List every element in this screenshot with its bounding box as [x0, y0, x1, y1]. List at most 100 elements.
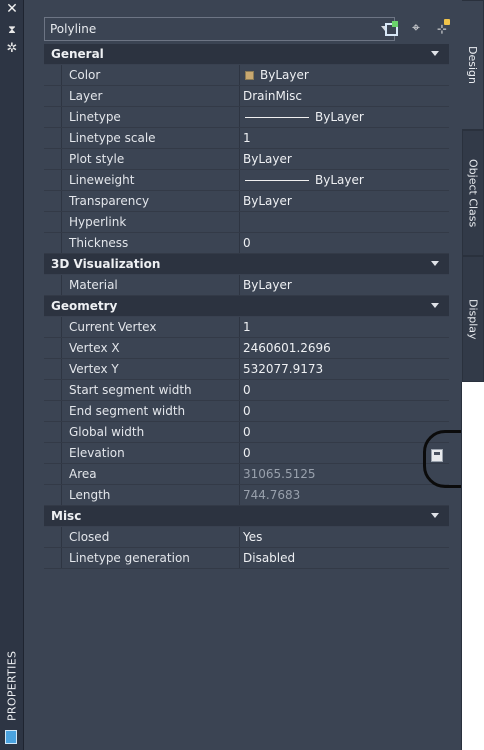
- property-row-current-vertex[interactable]: Current Vertex 1: [44, 317, 449, 338]
- palette-icon: [5, 730, 17, 744]
- property-row-global-width[interactable]: Global width 0: [44, 422, 449, 443]
- property-row-layer[interactable]: Layer DrainMisc: [44, 86, 449, 107]
- property-value-cell[interactable]: 0: [241, 380, 449, 400]
- property-name: Layer: [69, 89, 103, 103]
- property-name: Vertex Y: [69, 362, 119, 376]
- collapse-caret-icon[interactable]: [431, 261, 439, 266]
- section-label: Geometry: [51, 299, 118, 313]
- property-value-cell[interactable]: ByLayer: [241, 170, 449, 190]
- property-name: End segment width: [69, 404, 186, 418]
- property-value: 1: [243, 320, 251, 334]
- tab-design[interactable]: Design: [462, 0, 484, 130]
- row-gutter: [44, 338, 61, 358]
- property-value-cell[interactable]: ByLayer: [241, 107, 449, 127]
- property-name: Material: [69, 278, 118, 292]
- property-row-transparency[interactable]: Transparency ByLayer: [44, 191, 449, 212]
- tab-label: Object Class: [466, 158, 480, 228]
- property-value: 532077.9173: [243, 362, 324, 376]
- property-row-color[interactable]: Color ByLayer: [44, 65, 449, 86]
- row-gutter: [44, 191, 61, 211]
- property-value-cell[interactable]: [241, 212, 449, 232]
- property-row-closed[interactable]: Closed Yes: [44, 527, 449, 548]
- row-gutter: [44, 464, 61, 484]
- section-misc[interactable]: Misc: [44, 506, 449, 527]
- property-row-hyperlink[interactable]: Hyperlink: [44, 212, 449, 233]
- property-row-vertex-x[interactable]: Vertex X 2460601.2696: [44, 338, 449, 359]
- property-value-cell[interactable]: 0: [241, 233, 449, 253]
- property-row-linetype-scale[interactable]: Linetype scale 1: [44, 128, 449, 149]
- property-value-cell[interactable]: 1: [241, 317, 449, 337]
- property-value-cell[interactable]: 0: [241, 443, 449, 463]
- auto-hide-icon[interactable]: ⧗: [4, 24, 20, 36]
- property-name: Plot style: [69, 152, 125, 166]
- property-row-lineweight[interactable]: Lineweight ByLayer: [44, 170, 449, 191]
- property-value: 31065.5125: [243, 467, 316, 481]
- property-grid: General Color ByLayer Layer DrainMisc Li…: [44, 44, 449, 569]
- row-gutter: [44, 359, 61, 379]
- property-row-start-segment-width[interactable]: Start segment width 0: [44, 380, 449, 401]
- row-gutter: [44, 233, 61, 253]
- property-row-material[interactable]: Material ByLayer: [44, 275, 449, 296]
- quick-select-button[interactable]: [381, 19, 401, 39]
- close-icon[interactable]: ✕: [4, 2, 20, 16]
- row-gutter: [44, 65, 61, 85]
- collapse-caret-icon[interactable]: [431, 303, 439, 308]
- row-gutter: [44, 128, 61, 148]
- section-3d-visualization[interactable]: 3D Visualization: [44, 254, 449, 275]
- collapse-caret-icon[interactable]: [431, 513, 439, 518]
- property-row-area[interactable]: Area 31065.5125: [44, 464, 449, 485]
- gear-icon[interactable]: ✲: [4, 42, 20, 56]
- property-name: Global width: [69, 425, 145, 439]
- property-value-cell[interactable]: Yes: [241, 527, 449, 547]
- property-value-cell[interactable]: 532077.9173: [241, 359, 449, 379]
- tab-label: Display: [466, 298, 480, 340]
- property-row-linetype-generation[interactable]: Linetype generation Disabled: [44, 548, 449, 569]
- quick-select-plus-icon: [392, 21, 398, 27]
- property-name: Area: [69, 467, 97, 481]
- row-gutter: [44, 107, 61, 127]
- property-row-thickness[interactable]: Thickness 0: [44, 233, 449, 254]
- property-value-cell[interactable]: ByLayer: [241, 149, 449, 169]
- property-row-linetype[interactable]: Linetype ByLayer: [44, 107, 449, 128]
- tab-object-class[interactable]: Object Class: [462, 130, 484, 256]
- section-geometry[interactable]: Geometry: [44, 296, 449, 317]
- row-gutter: [44, 548, 61, 568]
- property-value-cell[interactable]: ByLayer: [241, 65, 449, 85]
- property-value-cell[interactable]: 0: [241, 401, 449, 421]
- property-value: ByLayer: [243, 194, 292, 208]
- property-name: Thickness: [69, 236, 129, 250]
- property-row-end-segment-width[interactable]: End segment width 0: [44, 401, 449, 422]
- property-row-plot-style[interactable]: Plot style ByLayer: [44, 149, 449, 170]
- property-value-cell[interactable]: ByLayer: [241, 191, 449, 211]
- property-row-length[interactable]: Length 744.7683: [44, 485, 449, 506]
- property-value-cell: 744.7683: [241, 485, 449, 505]
- tab-label: Design: [466, 46, 479, 84]
- toggle-pickadd-button[interactable]: ⊹: [432, 19, 452, 39]
- property-row-vertex-y[interactable]: Vertex Y 532077.9173: [44, 359, 449, 380]
- property-value: 0: [243, 383, 251, 397]
- property-name: Elevation: [69, 446, 125, 460]
- collapse-caret-icon[interactable]: [431, 51, 439, 56]
- select-objects-button[interactable]: ⌖: [406, 19, 426, 39]
- palette-title-strip: ✕ ⧗ ✲ PROPERTIES: [0, 0, 24, 750]
- property-value-cell[interactable]: ByLayer: [241, 275, 449, 295]
- property-value: 0: [243, 425, 251, 439]
- row-gutter: [44, 485, 61, 505]
- lineweight-preview: [245, 180, 309, 181]
- property-value-cell: 31065.5125: [241, 464, 449, 484]
- row-gutter: [44, 275, 61, 295]
- row-gutter: [44, 149, 61, 169]
- property-value-cell[interactable]: DrainMisc: [241, 86, 449, 106]
- pickadd-badge-icon: [444, 19, 450, 25]
- object-type-select[interactable]: Polyline: [44, 17, 395, 41]
- tab-display[interactable]: Display: [462, 256, 484, 382]
- property-name: Start segment width: [69, 383, 192, 397]
- property-row-elevation[interactable]: Elevation 0: [44, 443, 449, 464]
- property-value-cell[interactable]: Disabled: [241, 548, 449, 568]
- property-value-cell[interactable]: 2460601.2696: [241, 338, 449, 358]
- property-value: 744.7683: [243, 488, 301, 502]
- property-name: Linetype: [69, 110, 121, 124]
- property-value-cell[interactable]: 0: [241, 422, 449, 442]
- section-general[interactable]: General: [44, 44, 449, 65]
- property-value-cell[interactable]: 1: [241, 128, 449, 148]
